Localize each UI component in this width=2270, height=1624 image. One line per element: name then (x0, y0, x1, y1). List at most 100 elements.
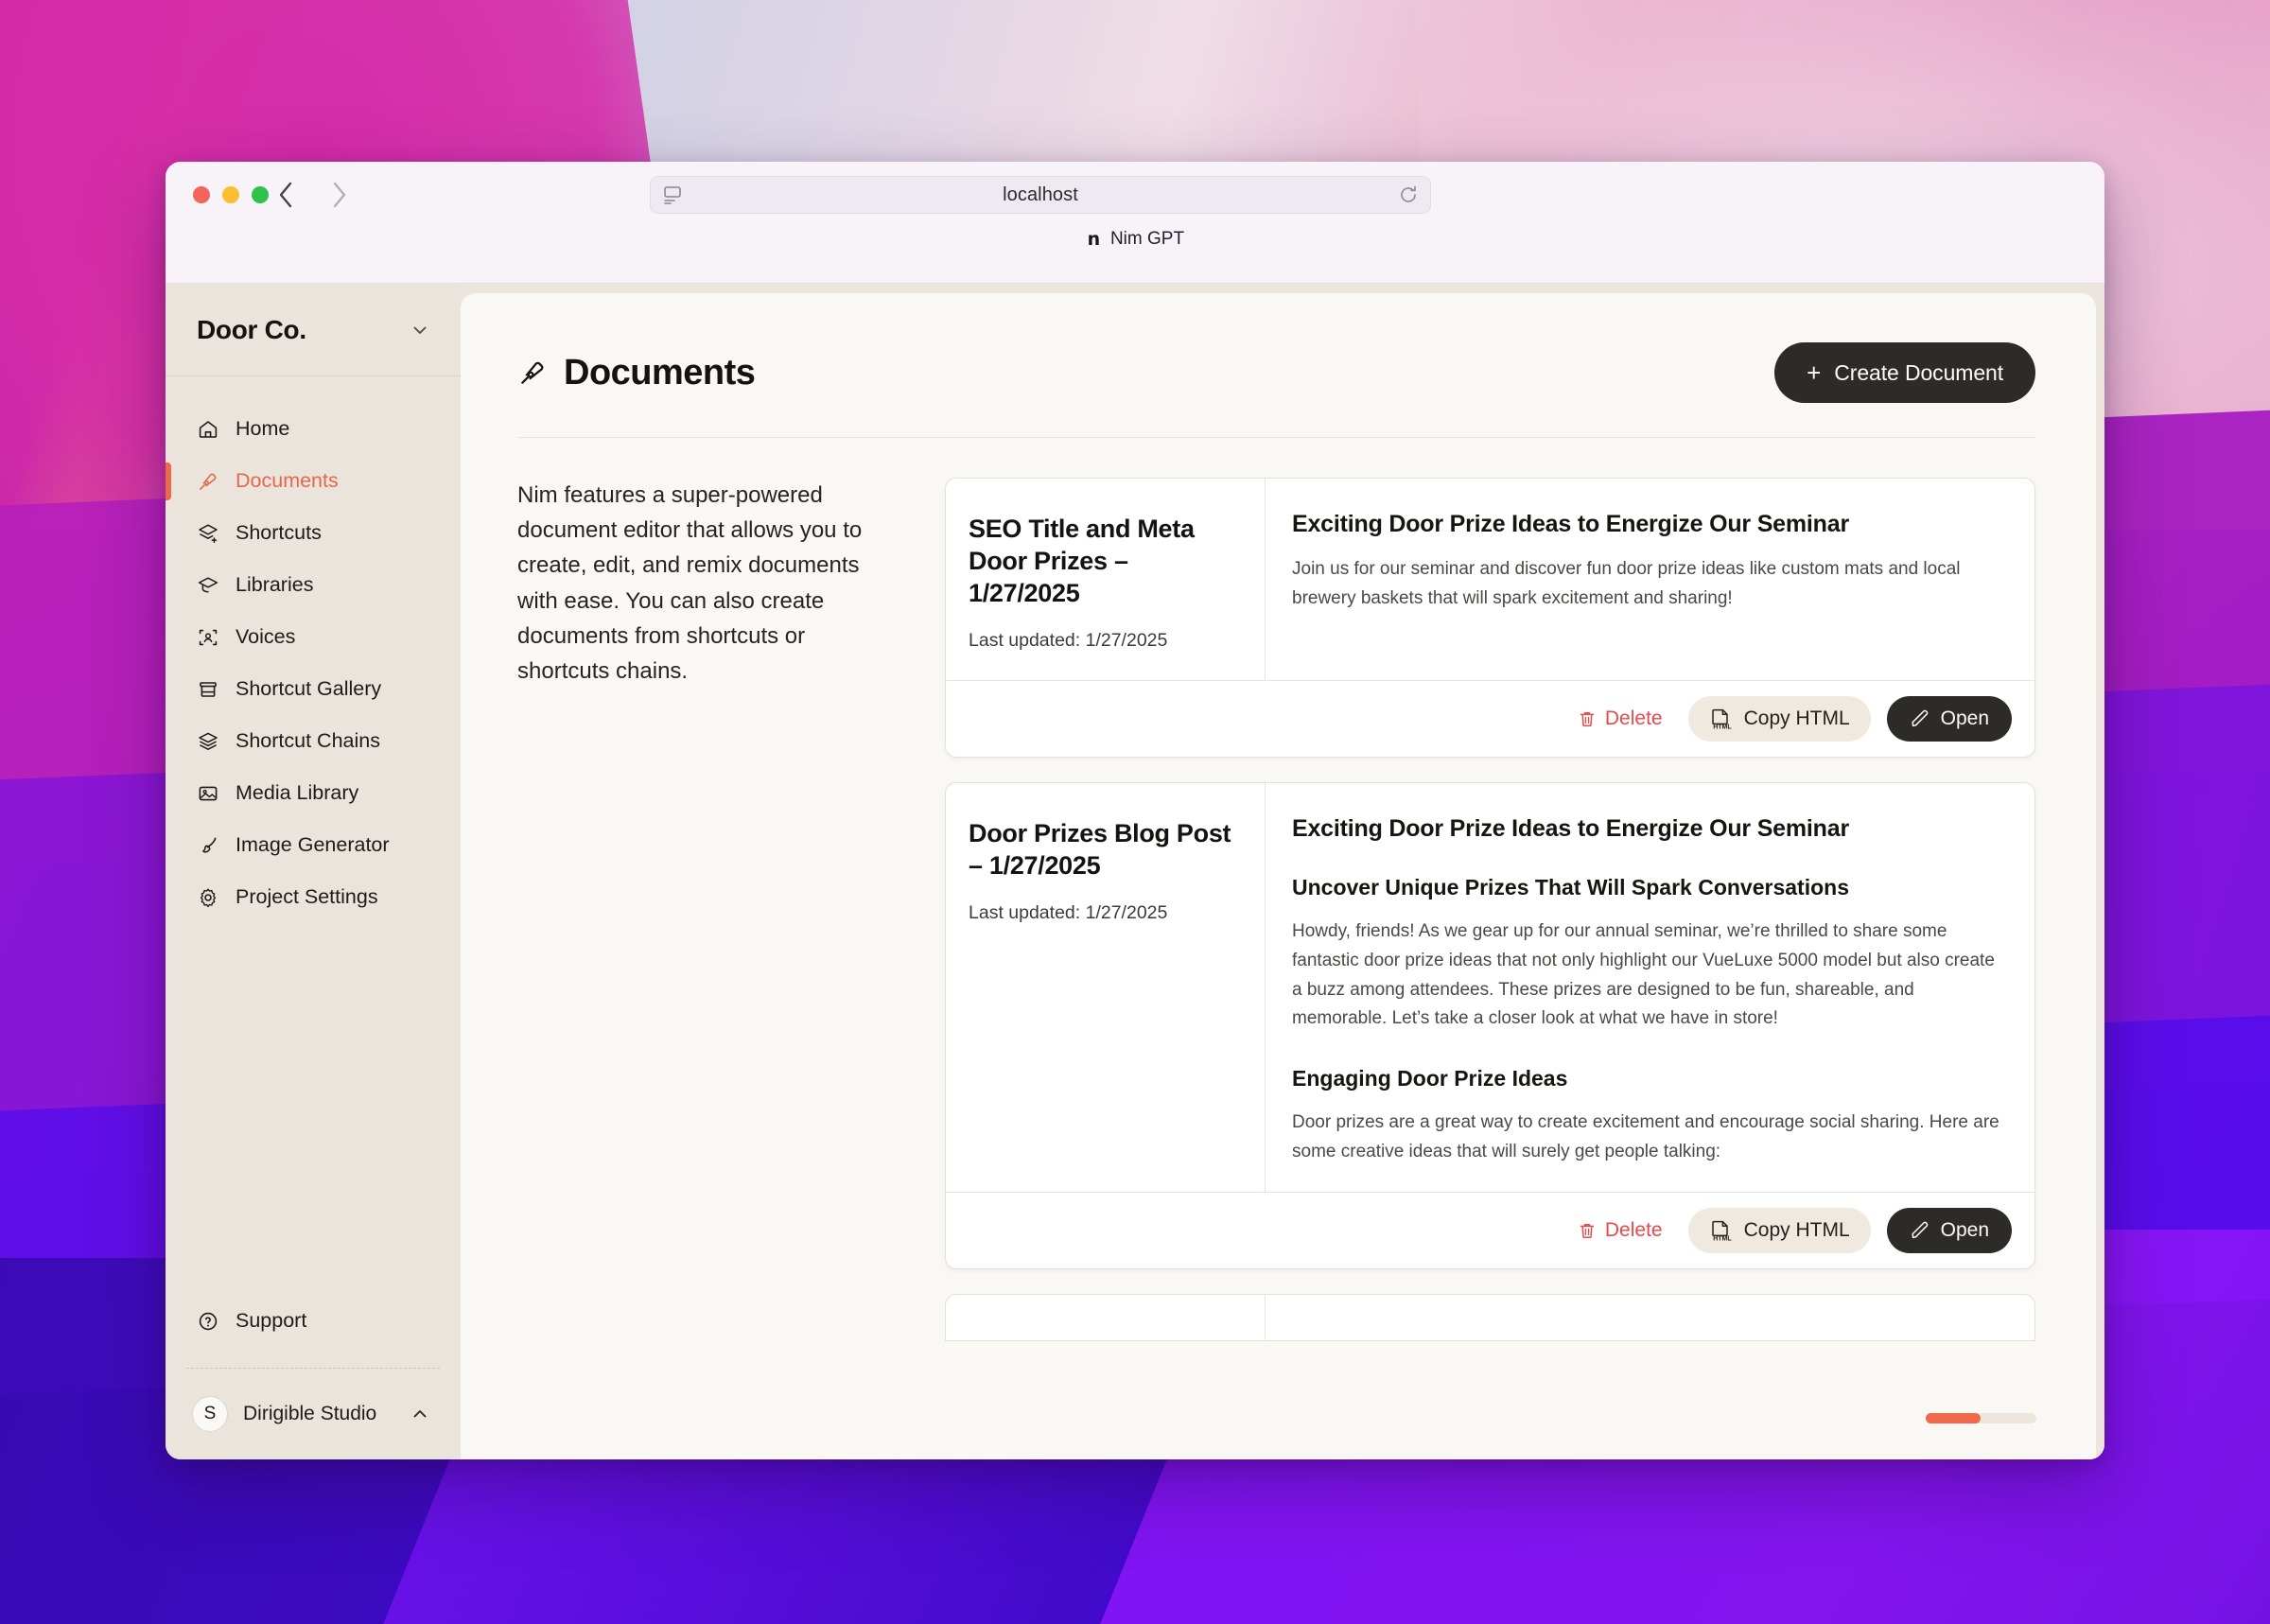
layers-plus-icon (197, 522, 219, 545)
documents-list: SEO Title and Meta Door Prizes – 1/27/20… (945, 478, 2035, 1341)
browser-window: localhost n Nim GPT Door Co. Home Docume… (166, 162, 2104, 1459)
sidebar-item-label: Documents (236, 469, 339, 492)
sidebar-item-media-library[interactable]: Media Library (166, 767, 461, 819)
svg-text:HTML: HTML (1713, 724, 1732, 730)
sidebar-item-label: Home (236, 417, 290, 440)
create-document-button[interactable]: + Create Document (1774, 342, 2035, 403)
sidebar-item-label: Shortcuts (236, 521, 322, 544)
delete-button[interactable]: Delete (1568, 1214, 1672, 1248)
navigation-buttons (271, 178, 354, 212)
document-card-partial[interactable] (945, 1293, 2035, 1341)
sidebar-item-libraries[interactable]: Libraries (166, 559, 461, 611)
stacked-layers-icon (197, 730, 219, 753)
forward-button[interactable] (325, 178, 354, 212)
support-link[interactable]: Support (166, 1295, 461, 1347)
document-card[interactable]: Door Prizes Blog Post – 1/27/2025 Last u… (945, 782, 2035, 1269)
document-card-body: Door Prizes Blog Post – 1/27/2025 Last u… (946, 783, 2034, 1192)
html-file-icon: HTML (1709, 707, 1734, 730)
desktop-background: localhost n Nim GPT Door Co. Home Docume… (0, 0, 2270, 1624)
archive-box-icon (197, 678, 219, 701)
document-meta: SEO Title and Meta Door Prizes – 1/27/20… (946, 479, 1266, 681)
chevron-up-icon (410, 1404, 430, 1424)
document-preview: Exciting Door Prize Ideas to Energize Ou… (1266, 479, 2034, 680)
intro-text: Nim features a super-powered document ed… (517, 482, 863, 684)
sidebar-item-home[interactable]: Home (166, 403, 461, 455)
document-last-updated: Last updated: 1/27/2025 (969, 630, 1168, 652)
chevron-right-icon (333, 182, 346, 208)
document-card-body: SEO Title and Meta Door Prizes – 1/27/20… (946, 479, 2034, 681)
active-indicator (166, 463, 171, 500)
sidebar-item-label: Shortcut Gallery (236, 677, 382, 700)
delete-button[interactable]: Delete (1568, 702, 1672, 736)
document-meta-partial (946, 1294, 1266, 1340)
sidebar-item-label: Shortcut Chains (236, 729, 380, 752)
open-label: Open (1940, 707, 1989, 730)
document-card-actions: Delete HTML Copy HTML Open (946, 680, 2034, 757)
delete-label: Delete (1604, 707, 1663, 730)
gear-icon (197, 886, 219, 909)
sidebar-item-documents[interactable]: Documents (166, 455, 461, 507)
user-menu[interactable]: S Dirigible Studio (166, 1369, 461, 1459)
page-title: Documents (564, 352, 756, 393)
chevron-down-icon (410, 320, 430, 341)
maximize-window-button[interactable] (252, 186, 269, 203)
horizontal-scrollbar[interactable] (1926, 1413, 2036, 1423)
preview-heading: Exciting Door Prize Ideas to Energize Ou… (1292, 511, 1849, 537)
user-name: Dirigible Studio (243, 1403, 377, 1424)
open-label: Open (1940, 1218, 1989, 1241)
main-wrapper: Documents + Create Document Nim features… (461, 284, 2104, 1459)
question-circle-icon (197, 1310, 219, 1333)
back-button[interactable] (271, 178, 300, 212)
preview-paragraph: Join us for our seminar and discover fun… (1292, 559, 1961, 608)
document-card[interactable]: SEO Title and Meta Door Prizes – 1/27/20… (945, 478, 2035, 759)
sidebar-item-shortcut-gallery[interactable]: Shortcut Gallery (166, 663, 461, 715)
pencil-icon (1910, 708, 1930, 729)
open-button[interactable]: Open (1886, 1207, 2012, 1253)
tab-favicon: n (1087, 228, 1101, 250)
preview-subheading: Uncover Unique Prizes That Will Spark Co… (1292, 875, 1849, 900)
document-title: Door Prizes Blog Post – 1/27/2025 (969, 819, 1231, 881)
copy-html-button[interactable]: HTML Copy HTML (1687, 696, 1871, 742)
person-frame-icon (197, 626, 219, 649)
graduation-cap-icon (197, 574, 219, 597)
sidebar-item-label: Image Generator (236, 833, 390, 856)
close-window-button[interactable] (193, 186, 210, 203)
org-switcher[interactable]: Door Co. (166, 284, 461, 376)
tab-strip: n Nim GPT (166, 220, 2104, 258)
copy-html-button[interactable]: HTML Copy HTML (1687, 1207, 1871, 1253)
sidebar-item-shortcut-chains[interactable]: Shortcut Chains (166, 715, 461, 767)
address-bar[interactable]: localhost (650, 176, 1431, 214)
trash-icon (1578, 1221, 1597, 1240)
sidebar-item-label: Libraries (236, 573, 314, 596)
tab-title[interactable]: Nim GPT (1110, 229, 1184, 250)
support-label: Support (236, 1309, 307, 1332)
preview-body: Howdy, friends! As we gear up for our an… (1292, 921, 1995, 1029)
main-panel: Documents + Create Document Nim features… (461, 293, 2096, 1459)
avatar: S (192, 1396, 228, 1432)
content-columns: Nim features a super-powered document ed… (517, 438, 2035, 1341)
pencil-icon (1910, 1220, 1930, 1241)
sidebar-item-image-generator[interactable]: Image Generator (166, 819, 461, 871)
document-meta: Door Prizes Blog Post – 1/27/2025 Last u… (946, 783, 1266, 1192)
pen-nib-icon (197, 470, 219, 493)
open-button[interactable]: Open (1886, 696, 2012, 742)
document-title: SEO Title and Meta Door Prizes – 1/27/20… (969, 515, 1195, 608)
sidebar-item-label: Voices (236, 625, 296, 648)
html-file-icon: HTML (1709, 1219, 1734, 1242)
plus-icon: + (1807, 358, 1822, 387)
create-document-label: Create Document (1834, 359, 2003, 385)
svg-text:HTML: HTML (1713, 1235, 1732, 1242)
org-name: Door Co. (197, 314, 306, 344)
sidebar-item-voices[interactable]: Voices (166, 611, 461, 663)
reload-icon[interactable] (1398, 184, 1419, 205)
image-icon (197, 782, 219, 805)
sidebar-item-project-settings[interactable]: Project Settings (166, 871, 461, 923)
browser-chrome: localhost n Nim GPT (166, 162, 2104, 284)
scrollbar-thumb[interactable] (1926, 1413, 1981, 1423)
sidebar-item-shortcuts[interactable]: Shortcuts (166, 507, 461, 559)
minimize-window-button[interactable] (222, 186, 239, 203)
chevron-left-icon (279, 182, 292, 208)
sidebar: Door Co. Home Documents Shortcuts Librar… (166, 284, 461, 1459)
document-preview: Exciting Door Prize Ideas to Energize Ou… (1266, 783, 2034, 1192)
reader-view-icon[interactable] (662, 184, 683, 205)
